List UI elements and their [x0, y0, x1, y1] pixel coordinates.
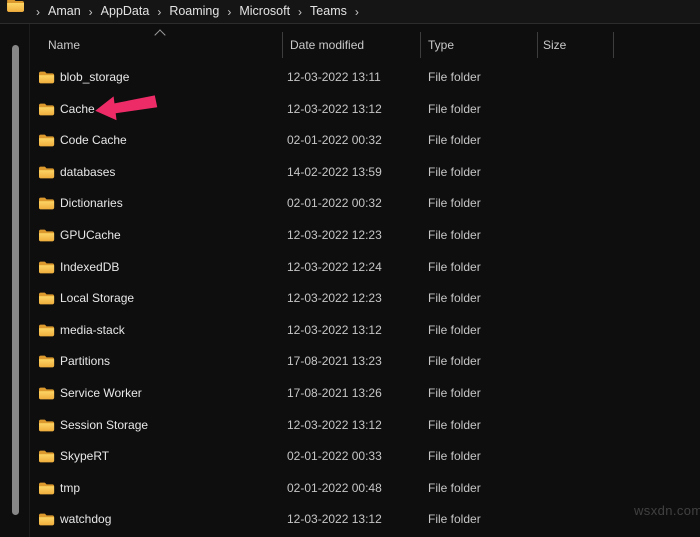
file-type: File folder — [428, 480, 481, 495]
file-type: File folder — [428, 417, 481, 432]
table-row[interactable]: Code Cache 02-01-2022 00:32 File folder — [0, 124, 700, 156]
column-header-date-modified[interactable]: Date modified — [290, 38, 364, 52]
file-type: File folder — [428, 101, 481, 116]
folder-icon — [38, 165, 55, 179]
column-header-size[interactable]: Size — [543, 38, 566, 52]
date-modified: 12-03-2022 13:12 — [287, 101, 382, 116]
table-row[interactable]: blob_storage 12-03-2022 13:11 File folde… — [0, 61, 700, 93]
file-name: Local Storage — [60, 291, 135, 306]
table-row[interactable]: Dictionaries 02-01-2022 00:32 File folde… — [0, 187, 700, 219]
table-row[interactable]: watchdog 12-03-2022 13:12 File folder — [0, 503, 700, 535]
column-header-name[interactable]: Name — [48, 38, 80, 52]
table-row[interactable]: tmp 02-01-2022 00:48 File folder — [0, 472, 700, 504]
file-type: File folder — [428, 70, 481, 84]
file-name: Session Storage — [60, 417, 149, 432]
chevron-right-icon[interactable]: › — [298, 6, 302, 18]
date-modified: 12-03-2022 13:12 — [287, 512, 382, 527]
breadcrumb: › Aman › AppData › Roaming › Microsoft ›… — [0, 0, 700, 23]
file-type: File folder — [428, 354, 481, 369]
file-type: File folder — [428, 133, 481, 148]
chevron-right-icon[interactable]: › — [36, 6, 40, 18]
folder-icon — [38, 449, 55, 463]
file-name: databases — [60, 164, 116, 179]
file-explorer-window: › Aman › AppData › Roaming › Microsoft ›… — [0, 0, 700, 537]
file-type: File folder — [428, 449, 481, 464]
table-row[interactable]: Service Worker 17-08-2021 13:26 File fol… — [0, 377, 700, 409]
file-type: File folder — [428, 291, 481, 306]
file-name: IndexedDB — [60, 259, 120, 274]
file-name: tmp — [60, 480, 81, 495]
chevron-right-icon[interactable]: › — [89, 6, 93, 18]
table-row[interactable]: Partitions 17-08-2021 13:23 File folder — [0, 345, 700, 377]
date-modified: 02-01-2022 00:33 — [287, 449, 382, 464]
file-name: Partitions — [60, 354, 111, 369]
breadcrumb-item-appdata[interactable]: AppData — [101, 5, 150, 18]
table-row[interactable]: Local Storage 12-03-2022 12:23 File fold… — [0, 282, 700, 314]
file-name: Cache — [60, 101, 95, 116]
date-modified: 12-03-2022 12:23 — [287, 228, 382, 242]
date-modified: 14-02-2022 13:59 — [287, 164, 382, 179]
date-modified: 12-03-2022 13:11 — [287, 70, 381, 84]
file-name: Code Cache — [60, 133, 127, 148]
column-divider[interactable] — [613, 32, 614, 58]
folder-icon — [38, 102, 55, 116]
folder-icon — [38, 323, 55, 337]
breadcrumb-item-aman[interactable]: Aman — [48, 5, 81, 18]
file-name: blob_storage — [60, 70, 130, 84]
watermark: wsxdn.com — [634, 503, 700, 518]
folder-icon — [6, 0, 25, 13]
divider — [0, 23, 700, 24]
folder-icon — [38, 354, 55, 368]
folder-icon — [38, 418, 55, 432]
date-modified: 17-08-2021 13:23 — [287, 354, 382, 369]
folder-icon — [38, 70, 55, 84]
chevron-right-icon[interactable]: › — [227, 6, 231, 18]
folder-icon — [38, 481, 55, 495]
breadcrumb-item-roaming[interactable]: Roaming — [169, 5, 219, 18]
file-name: Dictionaries — [60, 196, 123, 211]
file-type: File folder — [428, 512, 481, 527]
column-divider[interactable] — [282, 32, 283, 58]
table-row[interactable]: databases 14-02-2022 13:59 File folder — [0, 156, 700, 188]
date-modified: 12-03-2022 12:23 — [287, 291, 382, 306]
date-modified: 12-03-2022 12:24 — [287, 259, 382, 274]
folder-icon — [38, 512, 55, 526]
date-modified: 17-08-2021 13:26 — [287, 386, 382, 400]
folder-icon — [38, 260, 55, 274]
folder-icon — [38, 228, 55, 242]
breadcrumb-item-teams[interactable]: Teams — [310, 5, 347, 18]
chevron-right-icon[interactable]: › — [157, 6, 161, 18]
folder-icon — [38, 133, 55, 147]
file-type: File folder — [428, 228, 481, 242]
file-type: File folder — [428, 322, 481, 337]
file-name: Service Worker — [60, 386, 142, 400]
column-divider[interactable] — [537, 32, 538, 58]
file-name: watchdog — [60, 512, 112, 527]
column-header-type[interactable]: Type — [428, 38, 454, 52]
file-type: File folder — [428, 164, 481, 179]
table-row[interactable]: media-stack 12-03-2022 13:12 File folder — [0, 314, 700, 346]
file-name: SkypeRT — [60, 449, 110, 464]
chevron-right-icon[interactable]: › — [355, 6, 359, 18]
breadcrumb-item-microsoft[interactable]: Microsoft — [239, 5, 290, 18]
file-type: File folder — [428, 259, 481, 274]
file-name: media-stack — [60, 322, 125, 337]
table-row[interactable]: Session Storage 12-03-2022 13:12 File fo… — [0, 409, 700, 441]
folder-icon — [38, 291, 55, 305]
table-row[interactable]: GPUCache 12-03-2022 12:23 File folder — [0, 219, 700, 251]
date-modified: 12-03-2022 13:12 — [287, 417, 382, 432]
file-name: GPUCache — [60, 228, 121, 242]
date-modified: 02-01-2022 00:32 — [287, 133, 382, 148]
file-type: File folder — [428, 196, 481, 211]
column-divider[interactable] — [420, 32, 421, 58]
sort-ascending-icon — [154, 29, 166, 41]
date-modified: 02-01-2022 00:32 — [287, 196, 382, 211]
folder-icon — [38, 386, 55, 400]
date-modified: 12-03-2022 13:12 — [287, 322, 382, 337]
table-row[interactable]: SkypeRT 02-01-2022 00:33 File folder — [0, 440, 700, 472]
date-modified: 02-01-2022 00:48 — [287, 480, 382, 495]
file-type: File folder — [428, 386, 481, 400]
table-row[interactable]: IndexedDB 12-03-2022 12:24 File folder — [0, 251, 700, 283]
folder-icon — [38, 196, 55, 210]
